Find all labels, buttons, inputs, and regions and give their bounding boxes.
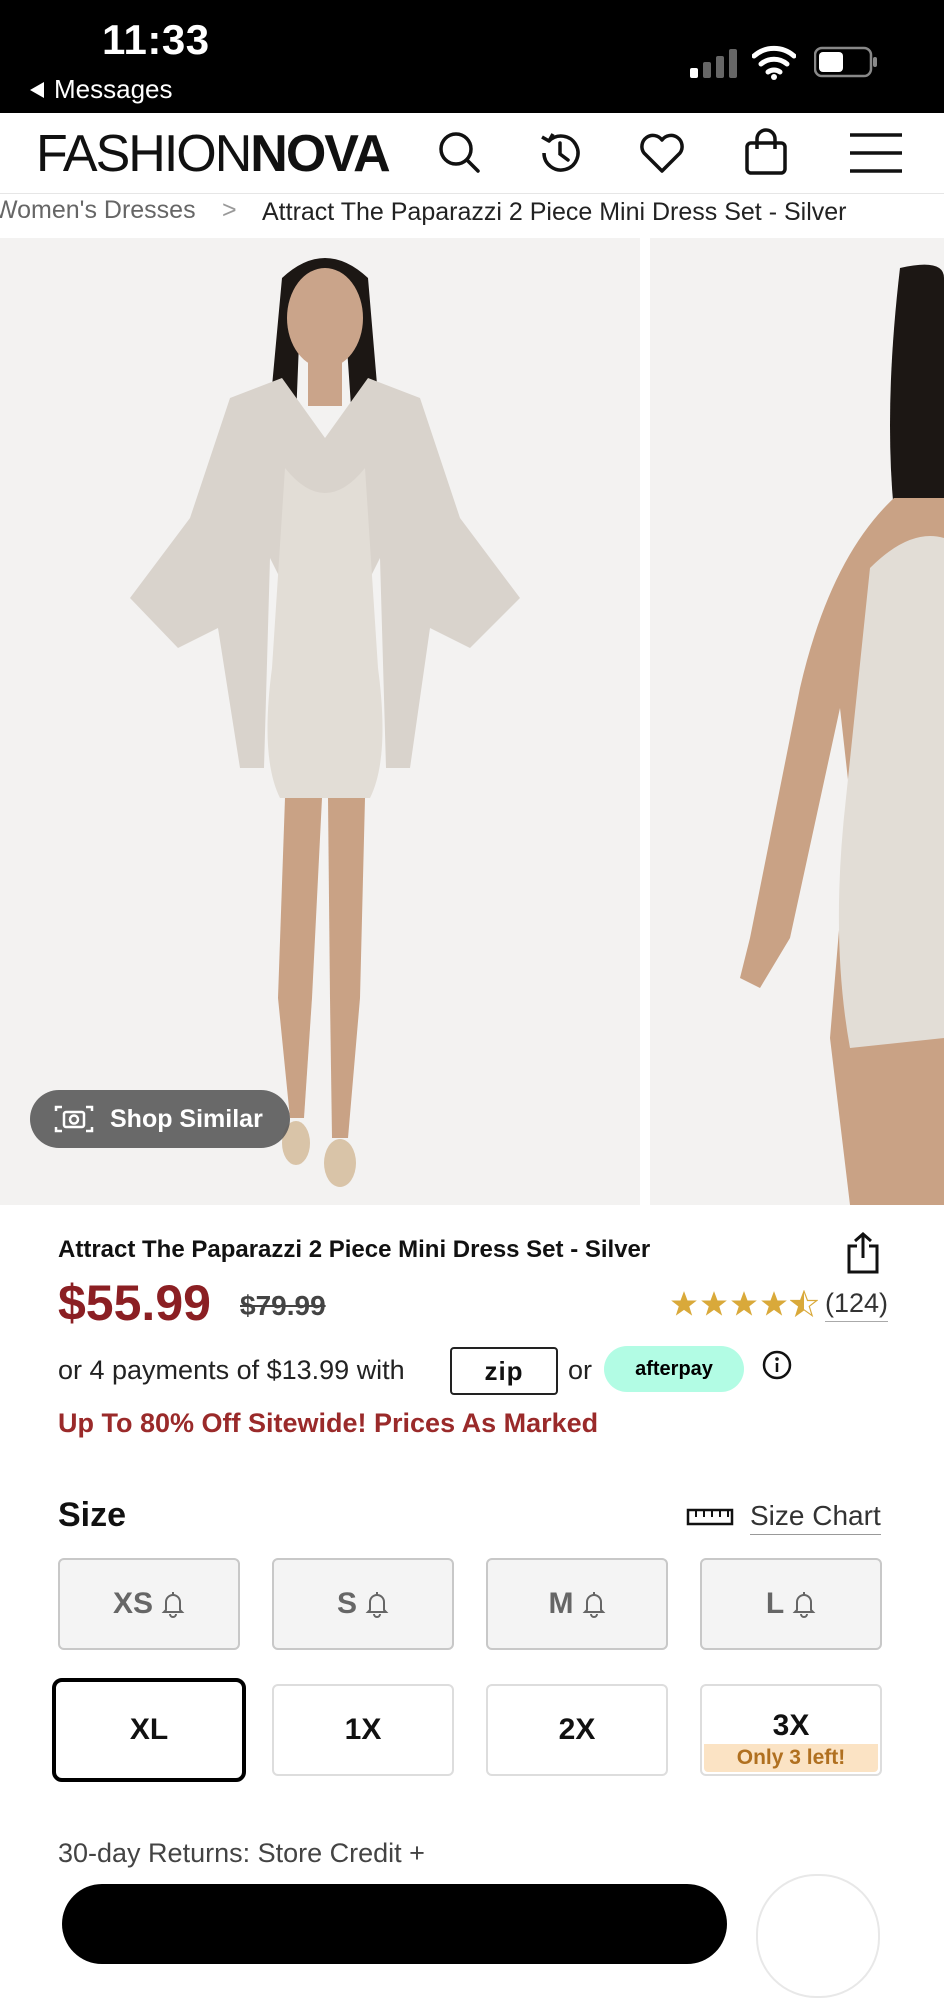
installments-text: or 4 payments of $13.99 with [58, 1355, 405, 1385]
back-to-messages[interactable]: Messages [30, 74, 173, 105]
promo-text: Up To 80% Off Sitewide! Prices As Marked [58, 1408, 599, 1438]
heart-icon[interactable] [636, 127, 688, 179]
size-option-xs[interactable]: XS [58, 1558, 240, 1650]
size-label-1x: 1X [344, 1713, 382, 1746]
bell-icon [792, 1592, 816, 1618]
bag-icon[interactable] [740, 127, 792, 179]
status-bar: 11:33 Messages [0, 0, 944, 113]
low-stock-badge: Only 3 left! [704, 1744, 878, 1772]
share-icon[interactable] [846, 1232, 880, 1274]
size-option-2x[interactable]: 2X [486, 1684, 668, 1776]
size-option-3x[interactable]: 3X Only 3 left! [700, 1684, 882, 1776]
star-full-icon [671, 1291, 697, 1316]
breadcrumb-current: Attract The Paparazzi 2 Piece Mini Dress… [262, 198, 847, 226]
site-header: FASHIONNOVA [0, 113, 944, 194]
afterpay-label: afterpay [635, 1357, 713, 1380]
bell-icon [161, 1592, 185, 1618]
size-label-xl: XL [129, 1713, 169, 1746]
size-label-m: M [548, 1587, 574, 1620]
product-photo-front[interactable]: Shop Similar [0, 238, 644, 1205]
info-icon[interactable] [762, 1350, 792, 1380]
menu-icon[interactable] [848, 127, 904, 179]
shop-similar-label: Shop Similar [110, 1104, 263, 1133]
zip-label: zip [484, 1355, 524, 1386]
breadcrumb-womens-dresses[interactable]: Women's Dresses [0, 196, 196, 225]
size-label-l: L [765, 1587, 785, 1620]
zip-badge[interactable]: zip [450, 1347, 558, 1395]
battery-icon [814, 46, 877, 78]
logo-light-text: FASHION [36, 125, 252, 183]
afterpay-badge[interactable]: afterpay [604, 1346, 744, 1392]
star-full-icon [761, 1291, 787, 1316]
size-option-s[interactable]: S [272, 1558, 454, 1650]
bell-icon [582, 1592, 605, 1618]
camera-icon [54, 1105, 94, 1133]
ruler-icon [686, 1508, 734, 1526]
shop-similar-button[interactable]: Shop Similar [30, 1090, 290, 1148]
product-photo-side[interactable] [650, 238, 944, 1205]
logo-bold-text: NOVA [250, 125, 390, 183]
size-label-3x: 3X [772, 1709, 810, 1742]
fashion-nova-logo[interactable]: FASHIONNOVA [36, 125, 391, 183]
add-to-bag-button[interactable] [62, 1884, 727, 1964]
breadcrumb-separator: > [222, 196, 237, 224]
product-gallery[interactable]: Shop Similar [0, 238, 944, 1205]
back-arrow-icon [30, 81, 44, 98]
rating-stars[interactable] [670, 1290, 818, 1318]
size-chart-link[interactable]: Size Chart [750, 1500, 881, 1535]
size-option-l[interactable]: L [700, 1558, 882, 1650]
signal-icon [690, 49, 737, 78]
original-price: $79.99 [240, 1290, 326, 1321]
breadcrumb: Women's Dresses > Attract The Paparazzi … [0, 194, 944, 236]
size-option-xl[interactable]: XL [52, 1678, 246, 1782]
review-count-link[interactable]: (124) [825, 1288, 889, 1322]
size-heading: Size [58, 1496, 127, 1534]
size-label-s: S [336, 1587, 357, 1620]
bell-icon [365, 1592, 389, 1618]
star-half-icon [790, 1290, 818, 1318]
size-label-xs: XS [112, 1587, 154, 1620]
search-icon[interactable] [434, 127, 486, 179]
product-title: Attract The Paparazzi 2 Piece Mini Dress… [58, 1236, 651, 1263]
star-full-icon [701, 1291, 727, 1316]
size-label-2x: 2X [558, 1713, 596, 1746]
size-option-1x[interactable]: 1X [272, 1684, 454, 1776]
back-label: Messages [54, 74, 173, 104]
wishlist-button[interactable] [756, 1874, 880, 1998]
status-time: 11:33 [102, 16, 210, 63]
size-option-m[interactable]: M [486, 1558, 668, 1650]
returns-text: 30-day Returns: Store Credit + [58, 1838, 425, 1868]
or-text: or [568, 1355, 593, 1385]
wifi-icon [752, 45, 796, 80]
history-icon[interactable] [534, 127, 586, 179]
star-full-icon [731, 1291, 757, 1316]
sale-price: $55.99 [58, 1275, 211, 1331]
